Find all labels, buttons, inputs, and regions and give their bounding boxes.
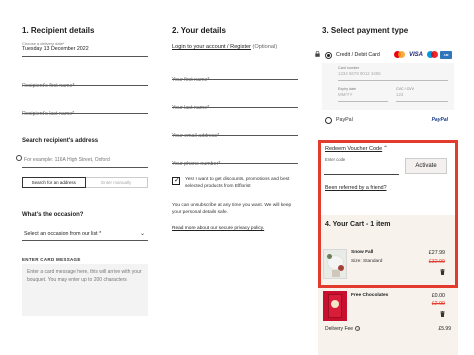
chocolates-name: Free Chocolates <box>351 293 389 298</box>
login-register-link[interactable]: Login to your account / Register <box>172 44 251 50</box>
address-mode-toggle: Search for an address Enter manually <box>22 177 148 188</box>
your-email-placeholder: Your email address* <box>172 133 220 139</box>
card-details-panel: Card number 1234 5678 9012 3456 Expiry d… <box>322 63 454 110</box>
login-optional-text: (Optional) <box>252 44 278 50</box>
delivery-fee-value: £5.99 <box>438 326 451 332</box>
chocolates-image <box>323 291 347 321</box>
delivery-date-field[interactable]: Choose a delivery date* Tuesday 13 Decem… <box>22 41 148 57</box>
chocolates-price: £0.00 <box>431 293 445 299</box>
card-number-label: Card number <box>338 66 359 70</box>
delivery-date-value: Tuesday 13 December 2022 <box>22 46 89 52</box>
details-title: 2. Your details <box>172 26 226 35</box>
chocolates-was-price: £2.99 <box>431 301 445 307</box>
card-logos: VISA AM <box>394 51 452 59</box>
expiry-label: Expiry date <box>338 87 356 91</box>
recipient-last-name-field[interactable]: Recipient's last name* <box>22 102 148 117</box>
recipient-title: 1. Recipient details <box>22 26 95 35</box>
card-payment-option[interactable]: Credit / Debit Card VISA AM <box>315 51 454 63</box>
card-message-textarea[interactable]: Enter a card message here, this will arr… <box>22 264 148 316</box>
search-address-title: Search recipient's address <box>22 138 99 144</box>
maestro-icon <box>427 51 438 59</box>
paypal-logo-icon: PayPal <box>431 117 448 123</box>
enter-manually-button[interactable]: Enter manually <box>85 177 148 188</box>
voucher-cart-highlight <box>318 140 458 288</box>
trash-icon[interactable] <box>440 311 445 317</box>
card-option-label: Credit / Debit Card <box>336 52 380 58</box>
cvc-label: CVC / CVV <box>396 87 414 91</box>
search-icon <box>16 155 22 161</box>
your-first-name-field[interactable]: Your first name* <box>172 68 298 83</box>
cart-item-free-chocolates: Free Chocolates £0.00 £2.99 <box>321 290 455 326</box>
expiry-field[interactable]: Expiry date MM/YY <box>338 87 388 102</box>
search-address-button[interactable]: Search for an address <box>22 177 86 188</box>
your-last-name-placeholder: Your last name* <box>172 105 210 111</box>
your-first-name-placeholder: Your first name* <box>172 77 210 83</box>
recipient-last-name-placeholder: Recipient's last name* <box>22 111 75 117</box>
card-number-field[interactable]: Card number 1234 5678 9012 3456 <box>338 66 448 81</box>
occasion-select-value: Select an occasion from our list * <box>24 231 102 237</box>
your-phone-field[interactable]: Your phone number* <box>172 152 298 167</box>
cvc-placeholder: 123 <box>396 92 404 97</box>
payment-title: 3. Select payment type <box>322 26 409 35</box>
visa-icon: VISA <box>408 52 423 58</box>
recipient-first-name-field[interactable]: Recipient's first name* <box>22 74 148 89</box>
details-column: 2. Your details Login to your account / … <box>172 0 300 355</box>
card-message-placeholder: Enter a card message here, this will arr… <box>27 269 142 283</box>
unsubscribe-note: You can unsubscribe at any time you want… <box>172 203 292 215</box>
paypal-payment-option[interactable]: PayPal PayPal <box>322 116 454 128</box>
cvc-field[interactable]: CVC / CVV 123 <box>396 87 448 102</box>
checkmark-icon: ✓ <box>174 177 180 184</box>
card-radio[interactable] <box>325 52 332 59</box>
occasion-select[interactable]: Select an occasion from our list * ⌄ <box>22 227 148 241</box>
recipient-first-name-placeholder: Recipient's first name* <box>22 83 75 89</box>
paypal-option-label: PayPal <box>336 117 353 123</box>
address-search-input[interactable]: For example: 116A High Street, Oxford <box>16 152 148 168</box>
recipient-column: 1. Recipient details Choose a delivery d… <box>16 0 150 355</box>
info-icon[interactable]: i <box>355 326 361 332</box>
lock-icon <box>315 51 320 57</box>
card-number-placeholder: 1234 5678 9012 3456 <box>338 71 381 76</box>
card-message-label: ENTER CARD MESSAGE <box>22 257 81 262</box>
your-last-name-field[interactable]: Your last name* <box>172 96 298 111</box>
address-search-placeholder: For example: 116A High Street, Oxford <box>24 157 110 163</box>
your-email-field[interactable]: Your email address* <box>172 124 298 139</box>
delivery-fee-row: Delivery Fee i £5.99 <box>325 326 451 332</box>
marketing-consent-checkbox[interactable]: ✓ <box>172 177 180 185</box>
privacy-policy-link[interactable]: Read more about our secure privacy polic… <box>172 226 264 231</box>
login-line: Login to your account / Register (Option… <box>172 44 277 50</box>
occasion-title: What's the occasion? <box>22 212 84 218</box>
marketing-consent-text: Yes! I want to get discounts, promotions… <box>185 177 290 189</box>
mastercard-icon <box>394 51 405 59</box>
amex-icon: AM <box>440 51 452 59</box>
payment-column: 3. Select payment type Credit / Debit Ca… <box>315 0 456 140</box>
delivery-fee-label: Delivery Fee <box>325 326 354 332</box>
chevron-down-icon: ⌄ <box>139 231 145 237</box>
paypal-radio[interactable] <box>325 117 332 124</box>
expiry-placeholder: MM/YY <box>338 92 353 97</box>
your-phone-placeholder: Your phone number* <box>172 161 221 167</box>
